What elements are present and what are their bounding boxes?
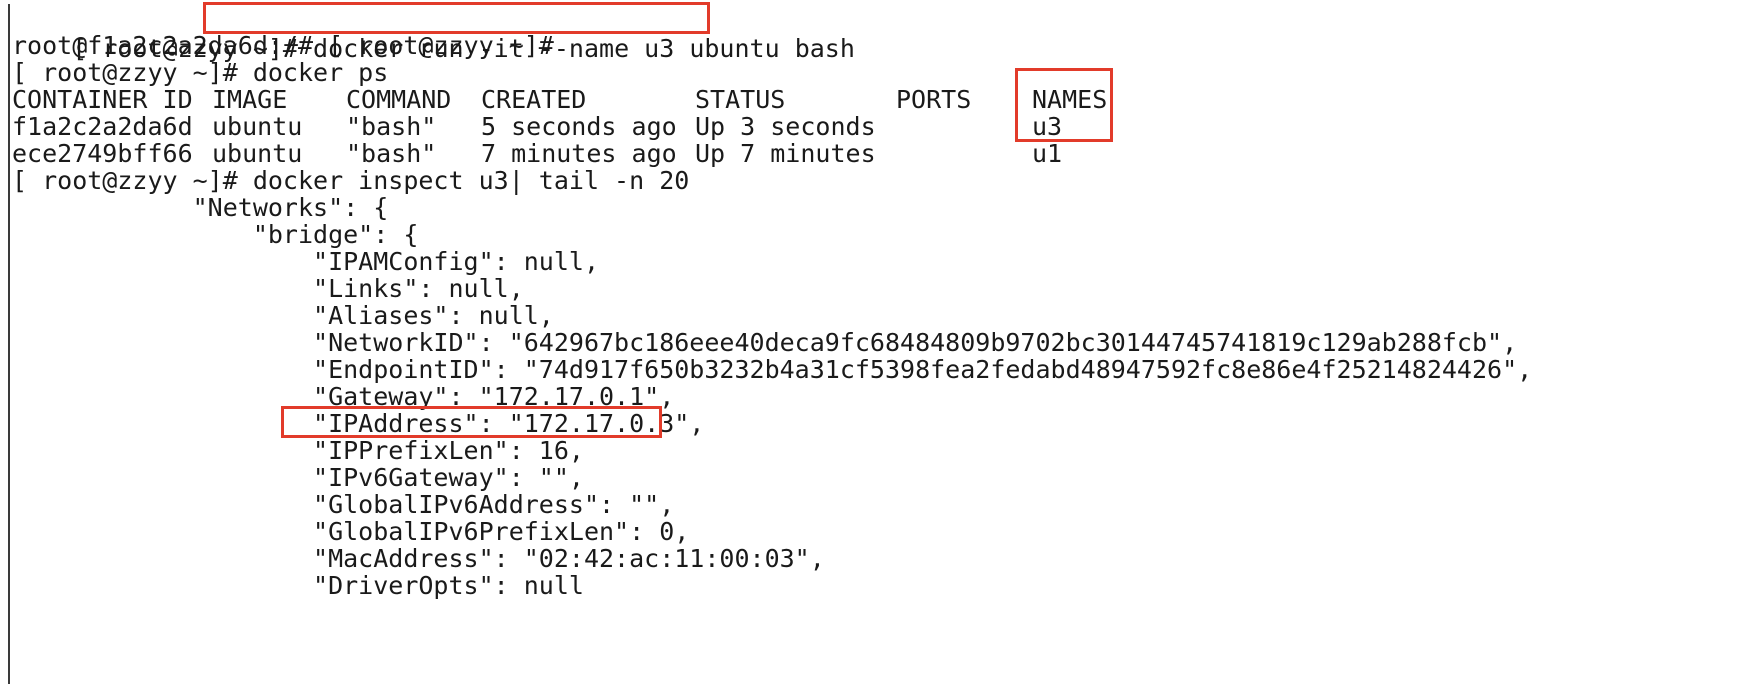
json-line: "DriverOpts": null — [12, 571, 584, 600]
json-line: "bridge": { — [12, 220, 419, 249]
table-cell: "bash" — [346, 112, 437, 141]
json-line: "Networks": { — [12, 193, 389, 222]
ip-address-highlight — [281, 406, 662, 438]
json-line: "GlobalIPv6PrefixLen": 0, — [12, 517, 690, 546]
json-line: "MacAddress": "02:42:ac:11:00:03", — [12, 544, 825, 573]
table-cell: ubuntu — [212, 139, 303, 168]
json-line: "NetworkID": "642967bc186eee40deca9fc684… — [12, 328, 1518, 357]
run-command-highlight — [203, 2, 710, 34]
terminal-left-border — [8, 4, 10, 684]
json-line: "EndpointID": "74d917f650b3232b4a31cf539… — [12, 355, 1533, 384]
column-header: STATUS — [695, 85, 786, 114]
json-line: "Aliases": null, — [12, 301, 554, 330]
column-header: PORTS — [896, 85, 972, 114]
names-column-highlight — [1015, 68, 1113, 142]
table-cell: Up 3 seconds — [695, 112, 876, 141]
json-line: "IPv6Gateway": "", — [12, 463, 584, 492]
table-row: ece2749bff66 ubuntu "bash" 7 minutes ago… — [12, 139, 1062, 169]
terminal-line: root@f1a2c2a2da6d:/# [ root@zzyy ~]# — [12, 31, 554, 60]
table-cell: Up 7 minutes — [695, 139, 876, 168]
ps-table-header: CONTAINER ID IMAGE COMMAND CREATED STATU… — [12, 85, 1107, 115]
table-cell: f1a2c2a2da6d — [12, 112, 193, 141]
terminal-output[interactable]: [ root@zzyy ~]# docker run -it --name u3… — [0, 0, 1750, 688]
table-cell: "bash" — [346, 139, 437, 168]
table-cell: ece2749bff66 — [12, 139, 193, 168]
table-cell: u1 — [1032, 139, 1063, 168]
column-header: CREATED — [481, 85, 587, 114]
terminal-line: [ root@zzyy ~]# docker ps — [12, 58, 389, 87]
column-header: IMAGE — [212, 85, 288, 114]
table-cell: ubuntu — [212, 112, 303, 141]
table-cell: 7 minutes ago — [481, 139, 677, 168]
json-line: "GlobalIPv6Address": "", — [12, 490, 675, 519]
json-line: "IPAMConfig": null, — [12, 247, 599, 276]
table-cell: 5 seconds ago — [481, 112, 677, 141]
terminal-line: [ root@zzyy ~]# docker inspect u3| tail … — [12, 166, 690, 195]
table-row: f1a2c2a2da6d ubuntu "bash" 5 seconds ago… — [12, 112, 1062, 142]
json-line: "IPPrefixLen": 16, — [12, 436, 584, 465]
json-line: "Links": null, — [12, 274, 524, 303]
column-header: CONTAINER ID — [12, 85, 193, 114]
column-header: COMMAND — [346, 85, 452, 114]
